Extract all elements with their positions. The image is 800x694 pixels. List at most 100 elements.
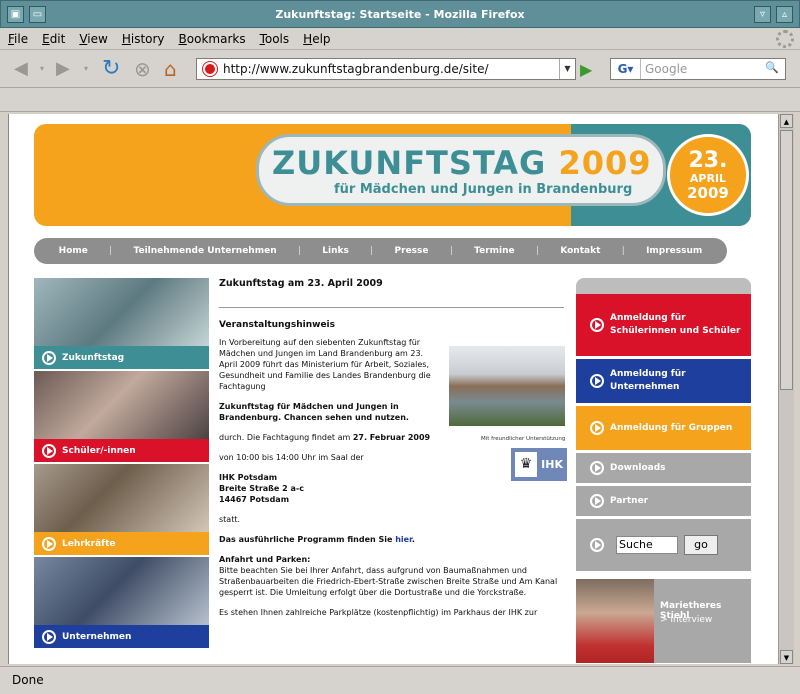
nav-presse[interactable]: Presse xyxy=(395,246,429,256)
window-title: Zukunftstag: Startseite - Mozilla Firefo… xyxy=(275,7,525,21)
tile-label: Lehrkräfte xyxy=(62,538,116,549)
stop-icon[interactable]: ⊗ xyxy=(134,58,151,80)
register-groups-label: Anmeldung für Gruppen xyxy=(610,422,733,433)
forward-arrow-icon[interactable]: ▶ xyxy=(56,58,70,80)
url-dropdown-icon[interactable]: ▼ xyxy=(559,59,575,79)
scroll-up-arrow-icon[interactable]: ▲ xyxy=(780,114,793,128)
nav-impressum[interactable]: Impressum xyxy=(646,246,702,256)
window-minimize-button[interactable]: ▿ xyxy=(754,6,771,23)
go-arrow-icon[interactable]: ▶ xyxy=(580,60,592,79)
menu-edit[interactable]: Edit xyxy=(42,32,65,46)
tile-label: Zukunftstag xyxy=(62,352,125,363)
banner-subtitle: für Mädchen und Jungen in Brandenburg xyxy=(334,182,633,197)
menu-history[interactable]: History xyxy=(122,32,165,46)
nav-links[interactable]: Links xyxy=(322,246,349,256)
event-date-prefix: durch. Die Fachtagung findet am xyxy=(219,433,353,442)
browser-search-input[interactable]: Google xyxy=(645,62,687,76)
interview-link[interactable]: > Interview xyxy=(660,615,712,625)
tile-zukunftstag[interactable]: Zukunftstag xyxy=(34,278,209,373)
home-icon[interactable]: ⌂ xyxy=(164,58,177,80)
ihk-logo[interactable]: ♛ IHK xyxy=(511,448,567,481)
play-icon xyxy=(42,629,56,644)
url-text[interactable]: http://www.zukunftstagbrandenburg.de/sit… xyxy=(223,62,489,76)
play-icon xyxy=(590,538,604,552)
forward-dropdown-icon[interactable]: ▾ xyxy=(84,58,88,80)
browser-search-box[interactable]: G▾ Google 🔍 xyxy=(610,58,786,80)
address-line-1: IHK Potsdam xyxy=(219,473,278,482)
eagle-icon: ♛ xyxy=(515,452,537,477)
interview-photo xyxy=(576,579,654,663)
url-bar[interactable]: http://www.zukunftstagbrandenburg.de/sit… xyxy=(196,58,576,80)
tile-bar[interactable]: Unternehmen xyxy=(34,625,209,648)
nav-teilnehmende-unternehmen[interactable]: Teilnehmende Unternehmen xyxy=(134,246,277,256)
site-banner: ZUKUNFTSTAG 2009 für Mädchen und Jungen … xyxy=(34,124,751,226)
address-line-3: 14467 Potsdam xyxy=(219,495,290,504)
tile-unternehmen[interactable]: Unternehmen xyxy=(34,557,209,652)
tile-lehrkraefte[interactable]: Lehrkräfte xyxy=(34,464,209,559)
event-title: Zukunftstag für Mädchen und Jungen in Br… xyxy=(219,402,409,422)
tile-bar[interactable]: Schüler/-innen xyxy=(34,439,209,462)
nav-separator: | xyxy=(109,246,113,256)
event-time: von 10:00 bis 14:00 Uhr im Saal der xyxy=(219,453,364,462)
page-content: ZUKUNFTSTAG 2009 für Mädchen und Jungen … xyxy=(8,114,778,664)
nav-termine[interactable]: Termine xyxy=(474,246,514,256)
partner-label: Partner xyxy=(610,495,649,506)
partner-link[interactable]: Partner xyxy=(576,486,751,516)
register-students-label: Anmeldung für Schülerinnen und Schüler xyxy=(610,313,741,336)
vertical-scrollbar[interactable]: ▲ ▼ xyxy=(778,114,794,664)
register-companies-button[interactable]: Anmeldung für Unternehmen xyxy=(576,359,751,403)
program-link[interactable]: hier xyxy=(395,535,412,544)
site-search-go-button[interactable]: go xyxy=(684,535,718,555)
menu-file[interactable]: File xyxy=(8,32,28,46)
right-column-cap xyxy=(576,278,751,294)
register-groups-button[interactable]: Anmeldung für Gruppen xyxy=(576,406,751,450)
site-search: Suche go xyxy=(576,519,751,571)
site-navigation: Home | Teilnehmende Unternehmen | Links | P… xyxy=(34,238,727,264)
travel-text: Bitte beachten Sie bei Ihrer Anfahrt, da… xyxy=(219,566,558,597)
register-companies-label: Anmeldung für Unternehmen xyxy=(610,369,686,392)
menu-help[interactable]: Help xyxy=(303,32,330,46)
tile-photo xyxy=(34,278,209,348)
site-search-input[interactable]: Suche xyxy=(616,536,678,554)
program-prefix: Das ausführliche Programm finden Sie xyxy=(219,535,396,544)
menu-view[interactable]: View xyxy=(79,32,107,46)
scroll-thumb[interactable] xyxy=(780,130,793,390)
tile-photo xyxy=(34,464,209,534)
back-arrow-icon[interactable]: ◀ xyxy=(14,58,28,80)
scroll-down-arrow-icon[interactable]: ▼ xyxy=(780,650,793,664)
play-icon xyxy=(590,374,604,388)
article-subheading: Veranstaltungshinweis xyxy=(219,320,335,330)
nav-home[interactable]: Home xyxy=(59,246,88,256)
program-suffix: . xyxy=(411,535,415,544)
travel-heading: Anfahrt und Parken: xyxy=(219,555,311,564)
banner-title-year: 2009 xyxy=(558,144,652,182)
banner-title: ZUKUNFTSTAG 2009 xyxy=(272,144,652,182)
nav-separator: | xyxy=(535,246,539,256)
window-menu-button[interactable]: ▣ xyxy=(7,6,24,23)
tile-schueler-innen[interactable]: Schüler/-innen xyxy=(34,371,209,466)
nav-separator: | xyxy=(449,246,453,256)
menu-bookmarks[interactable]: Bookmarks xyxy=(179,32,246,46)
back-dropdown-icon[interactable]: ▾ xyxy=(40,58,44,80)
ihk-logo-text: IHK xyxy=(541,458,563,471)
play-icon xyxy=(42,536,56,551)
window-shade-button[interactable]: ▭ xyxy=(29,6,46,23)
interview-teaser[interactable]: Marietheres Stiehl > Interview xyxy=(576,579,751,663)
google-engine-icon[interactable]: G▾ xyxy=(611,59,641,79)
play-icon xyxy=(590,494,604,508)
event-date-bold: 27. Februar 2009 xyxy=(352,433,431,442)
window-maximize-button[interactable]: ▵ xyxy=(776,6,793,23)
nav-kontakt[interactable]: Kontakt xyxy=(560,246,600,256)
downloads-link[interactable]: Downloads xyxy=(576,453,751,483)
play-icon xyxy=(590,318,604,332)
search-magnifier-icon[interactable]: 🔍 xyxy=(765,61,783,77)
tile-bar[interactable]: Lehrkräfte xyxy=(34,532,209,555)
reload-icon[interactable]: ↻ xyxy=(102,58,120,80)
event-statt: statt. xyxy=(219,515,241,524)
nav-separator: | xyxy=(621,246,625,256)
tile-bar[interactable]: Zukunftstag xyxy=(34,346,209,369)
article-divider xyxy=(219,307,564,308)
menu-tools[interactable]: Tools xyxy=(260,32,290,46)
register-students-button[interactable]: Anmeldung für Schülerinnen und Schüler xyxy=(576,294,751,356)
status-bar: Done xyxy=(0,666,800,694)
